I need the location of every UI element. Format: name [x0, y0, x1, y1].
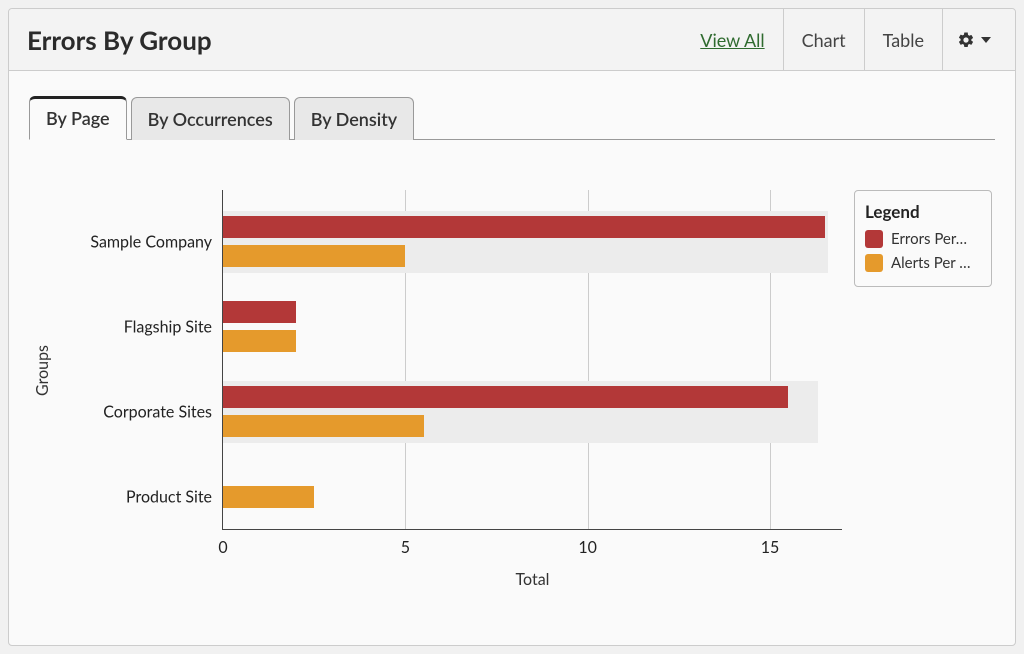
- panel-body: By Page By Occurrences By Density Groups…: [9, 71, 1015, 645]
- bar-alerts[interactable]: [223, 245, 405, 267]
- table-toggle-button[interactable]: Table: [864, 9, 942, 70]
- y-axis-labels: Sample Company Flagship Site Corporate S…: [52, 190, 222, 610]
- legend-item-errors[interactable]: Errors Per…: [865, 230, 981, 248]
- view-all-link[interactable]: View All: [682, 9, 782, 70]
- legend-item-alerts[interactable]: Alerts Per …: [865, 254, 981, 272]
- bar-alerts[interactable]: [223, 415, 424, 437]
- panel-title: Errors By Group: [27, 24, 682, 56]
- errors-by-group-panel: Errors By Group View All Chart Table By …: [8, 8, 1016, 646]
- bar-alerts[interactable]: [223, 330, 296, 352]
- caret-down-icon: [981, 37, 991, 43]
- bar-errors[interactable]: [223, 216, 825, 238]
- swatch-errors: [865, 230, 883, 248]
- x-tick: 5: [401, 538, 410, 557]
- swatch-alerts: [865, 254, 883, 272]
- y-label: Corporate Sites: [52, 403, 212, 422]
- y-axis-title: Groups: [29, 345, 52, 396]
- x-tick: 0: [218, 538, 227, 557]
- panel-header: Errors By Group View All Chart Table: [9, 9, 1015, 71]
- bar-errors[interactable]: [223, 301, 296, 323]
- legend-label: Alerts Per …: [891, 254, 971, 272]
- gear-icon: [957, 31, 975, 49]
- x-tick: 10: [578, 538, 597, 557]
- header-actions: View All Chart Table: [682, 9, 1005, 70]
- legend: Legend Errors Per… Alerts Per …: [854, 190, 992, 287]
- y-label: Product Site: [52, 488, 212, 507]
- tab-by-density[interactable]: By Density: [294, 97, 415, 140]
- x-axis-title: Total: [516, 570, 550, 589]
- x-tick: 15: [761, 538, 780, 557]
- chart-area: Groups Sample Company Flagship Site Corp…: [29, 190, 995, 610]
- legend-label: Errors Per…: [891, 230, 967, 248]
- legend-title: Legend: [865, 201, 981, 222]
- bar-errors[interactable]: [223, 386, 788, 408]
- bar-alerts[interactable]: [223, 486, 314, 508]
- plot-area: 0 5 10 15 Total Legend Errors Per… Alert…: [222, 190, 842, 530]
- tab-by-page[interactable]: By Page: [29, 96, 127, 140]
- y-label: Sample Company: [52, 233, 212, 252]
- y-label: Flagship Site: [52, 318, 212, 337]
- tab-by-occurrences[interactable]: By Occurrences: [131, 97, 290, 140]
- chart-toggle-button[interactable]: Chart: [783, 9, 864, 70]
- settings-menu-button[interactable]: [942, 9, 1005, 70]
- tabs: By Page By Occurrences By Density: [29, 95, 995, 140]
